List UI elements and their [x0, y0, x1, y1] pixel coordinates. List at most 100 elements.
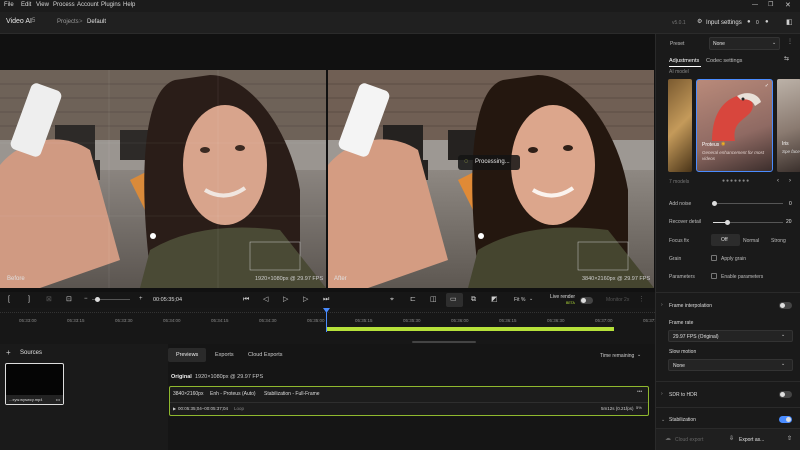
recover-detail-handle[interactable]: [725, 220, 730, 225]
add-noise-handle[interactable]: [712, 201, 717, 206]
source-menu-icon[interactable]: •••: [56, 397, 60, 402]
fit-range-icon[interactable]: ⊡: [66, 296, 72, 303]
focus-off-button[interactable]: Off: [711, 234, 740, 246]
preset-select[interactable]: None ⌄: [709, 37, 780, 50]
timeline-tick-label: 05:36:00: [451, 318, 469, 323]
selected-check-icon: ✓: [764, 83, 769, 89]
side-by-side-icon: ▭: [450, 296, 457, 303]
input-settings-button[interactable]: Input settings: [706, 20, 742, 26]
enable-parameters-label: Enable parameters: [721, 274, 764, 280]
split-vertical-icon[interactable]: ⊏: [410, 296, 416, 303]
user-icon[interactable]: ●: [765, 19, 769, 26]
maximize-icon[interactable]: ❐: [768, 2, 773, 9]
add-source-icon[interactable]: +: [6, 348, 11, 357]
frame-interp-label: Frame interpolation: [669, 303, 713, 309]
model-card-iris[interactable]: Iris Spe face: [777, 79, 800, 172]
swap-icon[interactable]: ⇆: [784, 56, 789, 63]
mark-in-icon[interactable]: [: [8, 296, 10, 303]
play-icon[interactable]: ▷: [283, 296, 288, 303]
timeline[interactable]: 05:33:00 05:33:15 05:33:30 05:34:00 05:34:15…: [0, 308, 661, 344]
share-icon[interactable]: ⇧: [787, 436, 792, 443]
tab-cloud-exports[interactable]: Cloud Exports: [248, 352, 283, 358]
menu-edit[interactable]: Edit: [21, 2, 31, 8]
apply-grain-checkbox[interactable]: [711, 255, 717, 261]
job-menu-icon[interactable]: •••: [637, 389, 642, 395]
panel-toggle-icon[interactable]: ◧: [786, 19, 793, 26]
focus-normal-button[interactable]: Normal: [743, 238, 759, 244]
chevron-right-icon[interactable]: ›: [661, 391, 663, 398]
tab-underline: [669, 66, 701, 67]
breadcrumb-projects[interactable]: Projects: [57, 19, 79, 25]
job-eta: 5m12s (0.21fps): [601, 406, 634, 411]
slow-motion-select[interactable]: None ⌄: [668, 359, 793, 371]
menu-file[interactable]: File: [4, 2, 14, 8]
frame-interp-toggle[interactable]: [779, 302, 792, 309]
crop-icon[interactable]: ⌖: [390, 296, 394, 303]
mark-out-icon[interactable]: ]: [28, 296, 30, 303]
exports-panel: Previews Exports Cloud Exports Time rema…: [168, 344, 655, 450]
carousel-dots[interactable]: ●●●●●●●: [722, 178, 750, 184]
minimize-icon[interactable]: —: [752, 2, 758, 9]
settings-icon: ⚙: [697, 19, 703, 25]
preset-menu-icon[interactable]: ⋮: [787, 39, 793, 46]
flamingo-illustration: [712, 93, 761, 141]
live-render-toggle[interactable]: [580, 297, 593, 304]
models-count: 7 models: [669, 179, 690, 185]
compare-icon[interactable]: ⧉: [471, 296, 476, 303]
step-back-icon[interactable]: ◁: [263, 296, 268, 303]
tab-adjustments[interactable]: Adjustments: [669, 58, 699, 64]
preview-job-card[interactable]: 3840×2160px Enh - Proteus (Auto) Stabili…: [169, 386, 649, 416]
zoom-slider-handle[interactable]: [95, 297, 100, 302]
timeline-tick-label: 05:33:30: [115, 318, 133, 323]
chevron-down-icon: ⌄: [529, 296, 534, 302]
skip-end-icon[interactable]: ⏭: [323, 296, 329, 303]
sdr-hdr-toggle[interactable]: [779, 391, 792, 398]
close-icon[interactable]: ✕: [785, 2, 791, 9]
export-as-button[interactable]: Export as...: [739, 437, 764, 443]
source-thumbnail[interactable]: ...xyw.wyswcy.mp4 •••: [5, 363, 64, 405]
menu-account[interactable]: Account: [77, 2, 99, 8]
tab-exports[interactable]: Exports: [215, 352, 234, 358]
tab-codec-settings[interactable]: Codec settings: [706, 58, 742, 64]
expand-icon[interactable]: ▶: [173, 406, 176, 411]
tab-previews[interactable]: Previews: [168, 348, 206, 362]
timeline-scrollbar[interactable]: [412, 341, 476, 343]
overlay-icon[interactable]: ◩: [491, 296, 498, 303]
timeline-tick-label: 05:33:15: [67, 318, 85, 323]
chevron-left-icon[interactable]: ‹: [777, 178, 779, 185]
split-view-icon[interactable]: ◫: [430, 296, 437, 303]
add-noise-slider[interactable]: [713, 203, 783, 204]
chevron-right-icon[interactable]: ›: [661, 302, 663, 309]
zoom-in-icon[interactable]: +: [139, 296, 143, 303]
frame-rate-select[interactable]: 29.97 FPS (Original) ⌄: [668, 330, 793, 342]
menu-view[interactable]: View: [36, 2, 49, 8]
chevron-down-icon[interactable]: ⌄: [661, 417, 665, 424]
enable-parameters-checkbox[interactable]: [711, 273, 717, 279]
menu-help[interactable]: Help: [123, 2, 135, 8]
clear-marks-icon[interactable]: ⊠: [46, 296, 52, 303]
title-bar: Video AI 5 Projects > Default v5.0.1 ⚙ I…: [0, 12, 800, 34]
sort-dropdown[interactable]: Time remaining: [600, 353, 634, 359]
preset-label: Preset: [670, 41, 685, 47]
chevron-right-icon[interactable]: ›: [789, 178, 791, 185]
side-by-side-button[interactable]: ▭: [446, 293, 463, 307]
cloud-export-button[interactable]: Cloud export: [675, 437, 703, 443]
bell-icon[interactable]: ●: [747, 19, 751, 26]
job-resolution: 3840×2160px: [173, 391, 204, 397]
chevron-down-icon: ⌄: [772, 40, 777, 46]
fit-dropdown[interactable]: Fit %: [514, 297, 525, 303]
zoom-out-icon[interactable]: −: [84, 296, 88, 303]
skip-start-icon[interactable]: ⏮: [243, 296, 249, 303]
menu-process[interactable]: Process: [53, 2, 75, 8]
more-icon[interactable]: ⋮: [638, 296, 645, 303]
monitor-label[interactable]: Monitor 2x: [606, 297, 629, 303]
focus-strong-button[interactable]: Strong: [771, 238, 786, 244]
timeline-tick-label: 05:36:30: [547, 318, 565, 323]
model-card-proteus[interactable]: ✓ Proteus ◉ General enhancement for most…: [696, 79, 773, 172]
stabilization-toggle[interactable]: [779, 416, 792, 423]
menu-plugins[interactable]: Plugins: [101, 2, 121, 8]
notification-count: 0: [756, 20, 759, 26]
model-card-prev[interactable]: [668, 79, 692, 172]
step-forward-icon[interactable]: ▷: [303, 296, 308, 303]
settings-panel: Preset None ⌄ ⋮ Adjustments Codec settin…: [655, 34, 800, 450]
